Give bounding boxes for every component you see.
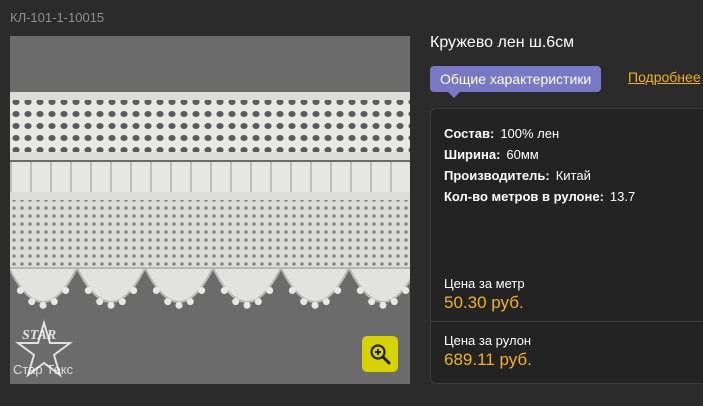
lace-bead [62, 287, 70, 294]
zoom-in-icon [370, 344, 391, 365]
lace-bead [96, 298, 104, 306]
watermark-brand: Стар Текс [13, 362, 74, 377]
price-value: 689.11 руб. [444, 350, 532, 369]
specs-panel: Состав: 100% лен Ширина: 60мм Производител… [430, 108, 703, 384]
spec-label: Кол-во метров в рулоне: [444, 189, 604, 204]
spec-value: 13.7 [609, 189, 636, 204]
lace-bead [243, 301, 251, 309]
lace-bead [288, 287, 296, 294]
lace-bead [356, 287, 364, 294]
spec-value: 60мм [506, 147, 539, 162]
spec-label: Производитель: [444, 168, 550, 183]
price-per-meter: Цена за метр 50.30 руб. [444, 276, 703, 313]
lace-bead [334, 287, 342, 294]
lace-bead [107, 301, 115, 309]
lace-bead [311, 301, 319, 309]
product-title: Кружево лен ш.6см [430, 34, 575, 51]
product-image[interactable]: STAR Стар Текс [10, 36, 410, 384]
price-label: Цена за метр [444, 276, 525, 291]
zoom-button[interactable] [362, 336, 398, 372]
lace-bead [390, 298, 398, 306]
lace-bead [368, 298, 376, 306]
lace-bead [84, 287, 92, 294]
lace-bead [379, 301, 387, 309]
lace-bead [152, 287, 160, 294]
lace-bead [300, 298, 308, 306]
lace-bead [16, 287, 24, 294]
spec-row: Ширина: 60мм [444, 144, 635, 165]
specs-list: Состав: 100% лен Ширина: 60мм Производител… [444, 123, 635, 207]
price-label: Цена за рулон [444, 333, 532, 348]
spec-row: Кол-во метров в рулоне: 13.7 [444, 186, 635, 207]
lace-bead [220, 287, 228, 294]
lace-bead [39, 301, 47, 309]
lace-bead [175, 301, 183, 309]
spec-label: Ширина: [444, 147, 501, 162]
price-value: 50.30 руб. [444, 293, 524, 312]
price-per-roll: Цена за рулон 689.11 руб. [444, 333, 703, 370]
lace-bead [186, 298, 194, 306]
sku-code: КЛ-101-1-10015 [10, 10, 105, 25]
price-divider [431, 321, 703, 322]
svg-text:STAR: STAR [22, 328, 56, 343]
spec-label: Состав: [444, 126, 495, 141]
lace-bead [50, 298, 58, 306]
spec-value: Китай [555, 168, 591, 183]
tab-general[interactable]: Общие характеристики [430, 66, 602, 98]
lace-bead [130, 287, 138, 294]
spec-row: Состав: 100% лен [444, 123, 635, 144]
lace-bead [164, 298, 172, 306]
lace-bead [254, 298, 262, 306]
tab-details[interactable]: Подробнее [628, 69, 701, 85]
spec-row: Производитель: Китай [444, 165, 635, 186]
lace-bead [266, 287, 274, 294]
lace-bead [28, 298, 36, 306]
lace-bead [322, 298, 330, 306]
spec-value: 100% лен [500, 126, 560, 141]
lace-bead [232, 298, 240, 306]
lace-bead [198, 287, 206, 294]
lace-bead [402, 287, 410, 294]
lace-bead [118, 298, 126, 306]
